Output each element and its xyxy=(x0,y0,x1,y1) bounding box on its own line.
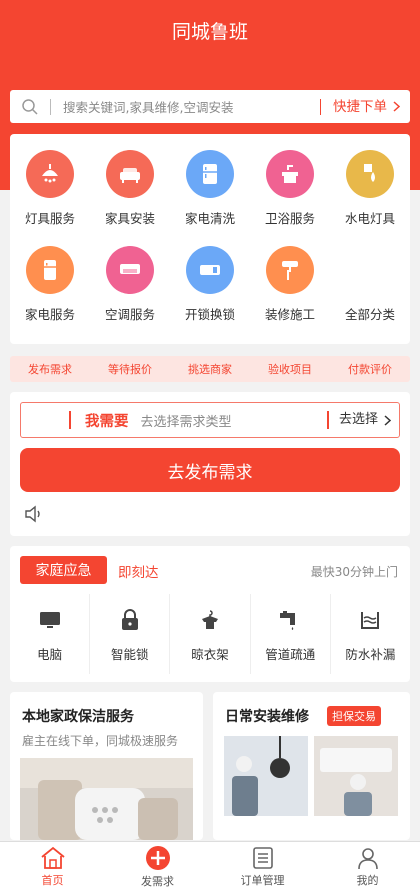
choose-button[interactable]: 去选择 xyxy=(326,411,399,429)
emergency-card: 家庭应急 即刻达 最快30分钟上门 电脑 智能锁 晾衣架 管道疏通 防水补漏 xyxy=(10,546,410,682)
arrival-time: 最快30分钟上门 xyxy=(310,565,398,579)
promo-title: 日常安装维修 xyxy=(225,709,309,725)
speaker-icon xyxy=(24,505,44,527)
step-item: 挑选商家 xyxy=(188,363,232,376)
computer-icon xyxy=(39,606,61,634)
service-label: 灯具服务 xyxy=(24,211,75,226)
publish-need-button[interactable]: 去发布需求 xyxy=(20,448,400,492)
service-label: 空调服务 xyxy=(104,307,155,322)
appliance-icon xyxy=(26,246,74,294)
need-card: 我需要 去选择需求类型 去选择 去发布需求 xyxy=(10,392,410,536)
tab-post-need[interactable]: 发需求 xyxy=(105,842,210,891)
quick-order-label: 快捷下单 xyxy=(333,98,387,115)
service-item-renovation[interactable]: 装修施工 xyxy=(250,246,330,323)
emergency-tag: 家庭应急 xyxy=(20,556,107,584)
installation-photo xyxy=(224,736,308,816)
emergency-item-smart-lock[interactable]: 智能锁 xyxy=(90,594,171,674)
guarantee-badge: 担保交易 xyxy=(327,706,381,726)
service-item-furniture[interactable]: 家具安装 xyxy=(90,150,170,227)
service-label: 全部分类 xyxy=(344,307,395,322)
sofa-icon xyxy=(106,150,154,198)
page-title: 同城鲁班 xyxy=(171,20,248,43)
promo-subtitle: 雇主在线下单，同城极速服务 xyxy=(22,734,179,748)
emergency-item-label: 智能锁 xyxy=(111,646,149,662)
service-label: 家具安装 xyxy=(104,211,155,226)
bottom-tab-bar: 首页 发需求 订单管理 我的 xyxy=(0,841,420,891)
emergency-tagline: 即刻达 xyxy=(118,565,159,581)
pipe-icon xyxy=(278,606,302,634)
step-item: 验收项目 xyxy=(268,363,312,376)
service-item-all-categories[interactable]: 全部分类 xyxy=(330,246,410,323)
service-item-appliance[interactable]: 家电服务 xyxy=(10,246,90,323)
quick-order-button[interactable]: 快捷下单 xyxy=(320,98,410,115)
service-label: 水电灯具 xyxy=(344,211,395,226)
user-icon xyxy=(357,847,378,869)
service-item-water-electric[interactable]: 水电灯具 xyxy=(330,150,410,227)
service-item-lamp[interactable]: 灯具服务 xyxy=(10,150,90,227)
accent-bar xyxy=(69,411,71,429)
emergency-item-computer[interactable]: 电脑 xyxy=(10,594,91,674)
home-icon xyxy=(40,846,65,869)
process-steps: 发布需求 等待报价 挑选商家 验收项目 付款评价 xyxy=(10,356,410,382)
promo-housekeeping[interactable]: 本地家政保洁服务 雇主在线下单，同城极速服务 xyxy=(10,692,203,840)
need-type-selector[interactable]: 我需要 去选择需求类型 去选择 xyxy=(20,402,400,438)
tab-profile[interactable]: 我的 xyxy=(315,842,420,891)
tab-label: 我的 xyxy=(356,873,379,887)
need-hint: 去选择需求类型 xyxy=(140,414,232,430)
air-conditioner-icon xyxy=(106,246,154,294)
door-lock-icon xyxy=(186,246,234,294)
need-label: 我需要 xyxy=(85,413,129,430)
emergency-items: 电脑 智能锁 晾衣架 管道疏通 防水补漏 xyxy=(10,594,410,674)
step-item: 等待报价 xyxy=(108,363,152,376)
waterdrop-icon xyxy=(346,150,394,198)
service-item-appliance-cleaning[interactable]: 家电清洗 xyxy=(170,150,250,227)
waterproof-icon xyxy=(359,606,381,634)
service-label: 装修施工 xyxy=(264,307,315,322)
clothes-rack-icon xyxy=(198,606,222,634)
tab-label: 订单管理 xyxy=(240,873,285,887)
tab-orders[interactable]: 订单管理 xyxy=(210,842,315,891)
search-icon xyxy=(10,98,50,116)
repair-photo xyxy=(314,736,398,816)
tab-home[interactable]: 首页 xyxy=(0,842,105,891)
service-item-locksmith[interactable]: 开锁换锁 xyxy=(170,246,250,323)
promo-title: 本地家政保洁服务 xyxy=(22,709,134,725)
order-list-icon xyxy=(252,846,273,869)
service-label: 家电服务 xyxy=(24,307,75,322)
paint-roller-icon xyxy=(266,246,314,294)
emergency-item-waterproof[interactable]: 防水补漏 xyxy=(331,594,410,674)
plus-icon xyxy=(145,845,170,870)
emergency-item-label: 防水补漏 xyxy=(345,646,396,662)
tab-label: 首页 xyxy=(41,873,64,887)
lock-icon xyxy=(120,606,140,634)
promo-installation[interactable]: 日常安装维修 担保交易 xyxy=(213,692,410,840)
emergency-item-label: 管道疏通 xyxy=(265,646,316,662)
emergency-item-pipe[interactable]: 管道疏通 xyxy=(251,594,331,674)
service-label: 家电清洗 xyxy=(184,211,235,226)
search-bar[interactable]: 搜索关键词,家具维修,空调安装 快捷下单 xyxy=(10,90,410,123)
emergency-item-label: 电脑 xyxy=(37,646,63,662)
tab-label: 发需求 xyxy=(141,874,174,888)
service-item-air-conditioner[interactable]: 空调服务 xyxy=(90,246,170,323)
service-item-bathroom[interactable]: 卫浴服务 xyxy=(250,150,330,227)
step-item: 发布需求 xyxy=(28,363,72,376)
app-header: 同城鲁班 xyxy=(0,0,420,60)
choose-label: 去选择 xyxy=(338,412,378,427)
chevron-right-icon xyxy=(393,101,400,112)
search-input[interactable]: 搜索关键词,家具维修,空调安装 xyxy=(51,97,320,116)
service-label: 开锁换锁 xyxy=(184,307,235,322)
service-label: 卫浴服务 xyxy=(264,211,315,226)
service-grid: 灯具服务 家具安装 家电清洗 卫浴服务 水电灯具 家电服务 空调服务 开锁换锁 … xyxy=(10,134,410,344)
emergency-item-label: 晾衣架 xyxy=(191,646,229,662)
emergency-item-clothes-rack[interactable]: 晾衣架 xyxy=(170,594,251,674)
lamp-icon xyxy=(26,150,74,198)
cleaning-photo xyxy=(20,758,193,840)
fridge-icon xyxy=(186,150,234,198)
chevron-right-icon xyxy=(384,414,391,426)
sink-icon xyxy=(266,150,314,198)
step-item: 付款评价 xyxy=(348,363,392,376)
